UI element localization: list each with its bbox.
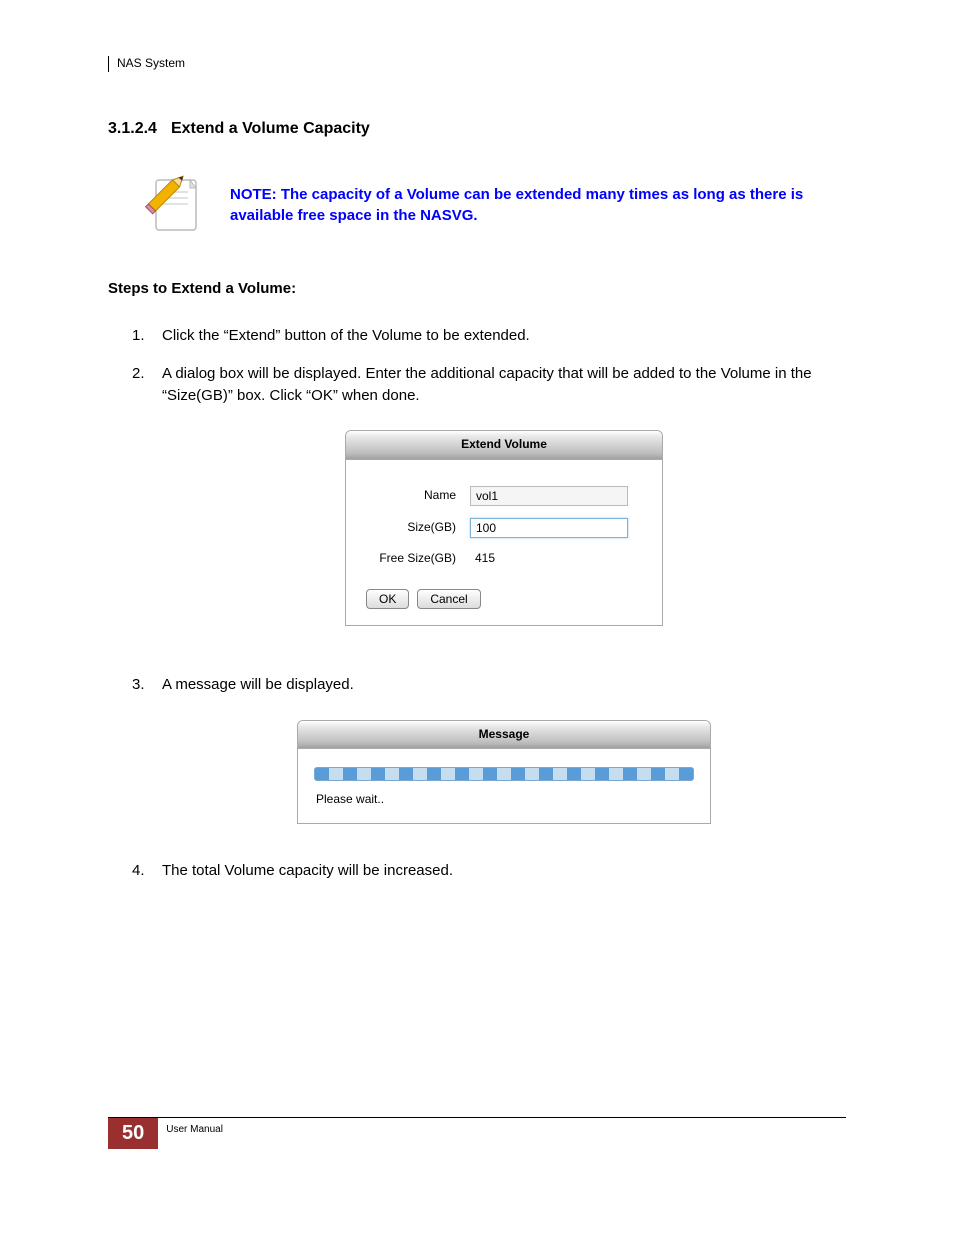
ok-button[interactable]: OK bbox=[366, 589, 409, 609]
section-title: Extend a Volume Capacity bbox=[171, 120, 370, 137]
note-text: NOTE: The capacity of a Volume can be ex… bbox=[230, 166, 846, 226]
system-name: NAS System bbox=[117, 56, 185, 72]
message-text: Please wait.. bbox=[314, 791, 694, 808]
free-size-label: Free Size(GB) bbox=[362, 550, 470, 567]
step-1: Click the “Extend” button of the Volume … bbox=[132, 325, 846, 347]
section-heading: 3.1.2.4 Extend a Volume Capacity bbox=[108, 120, 846, 138]
steps-heading: Steps to Extend a Volume: bbox=[108, 280, 846, 297]
dialog-title: Extend Volume bbox=[346, 431, 662, 459]
message-dialog: Message Please wait.. bbox=[297, 720, 711, 824]
extend-volume-dialog: Extend Volume Name Size(GB) Free Size(GB… bbox=[345, 430, 663, 626]
step-3: A message will be displayed. Message Ple… bbox=[132, 674, 846, 824]
step-4-text: The total Volume capacity will be increa… bbox=[162, 862, 453, 879]
progress-bar bbox=[314, 767, 694, 781]
note-block: NOTE: The capacity of a Volume can be ex… bbox=[136, 166, 846, 236]
page-number: 50 bbox=[108, 1118, 158, 1149]
size-field[interactable] bbox=[470, 518, 628, 538]
page-header: NAS System bbox=[108, 56, 846, 72]
name-field[interactable] bbox=[470, 486, 628, 506]
size-label: Size(GB) bbox=[362, 519, 470, 536]
step-2-text: A dialog box will be displayed. Enter th… bbox=[162, 365, 812, 404]
steps-list: Click the “Extend” button of the Volume … bbox=[108, 325, 846, 881]
step-3-text: A message will be displayed. bbox=[162, 676, 354, 693]
cancel-button[interactable]: Cancel bbox=[417, 589, 480, 609]
step-1-text: Click the “Extend” button of the Volume … bbox=[162, 327, 530, 344]
step-4: The total Volume capacity will be increa… bbox=[132, 860, 846, 882]
step-2: A dialog box will be displayed. Enter th… bbox=[132, 363, 846, 626]
pencil-note-icon bbox=[136, 166, 206, 236]
message-dialog-title: Message bbox=[298, 721, 710, 749]
footer-label: User Manual bbox=[158, 1118, 223, 1149]
page-footer: 50 User Manual bbox=[108, 1117, 846, 1149]
name-label: Name bbox=[362, 487, 470, 504]
section-number: 3.1.2.4 bbox=[108, 120, 157, 138]
free-size-value: 415 bbox=[470, 550, 495, 567]
